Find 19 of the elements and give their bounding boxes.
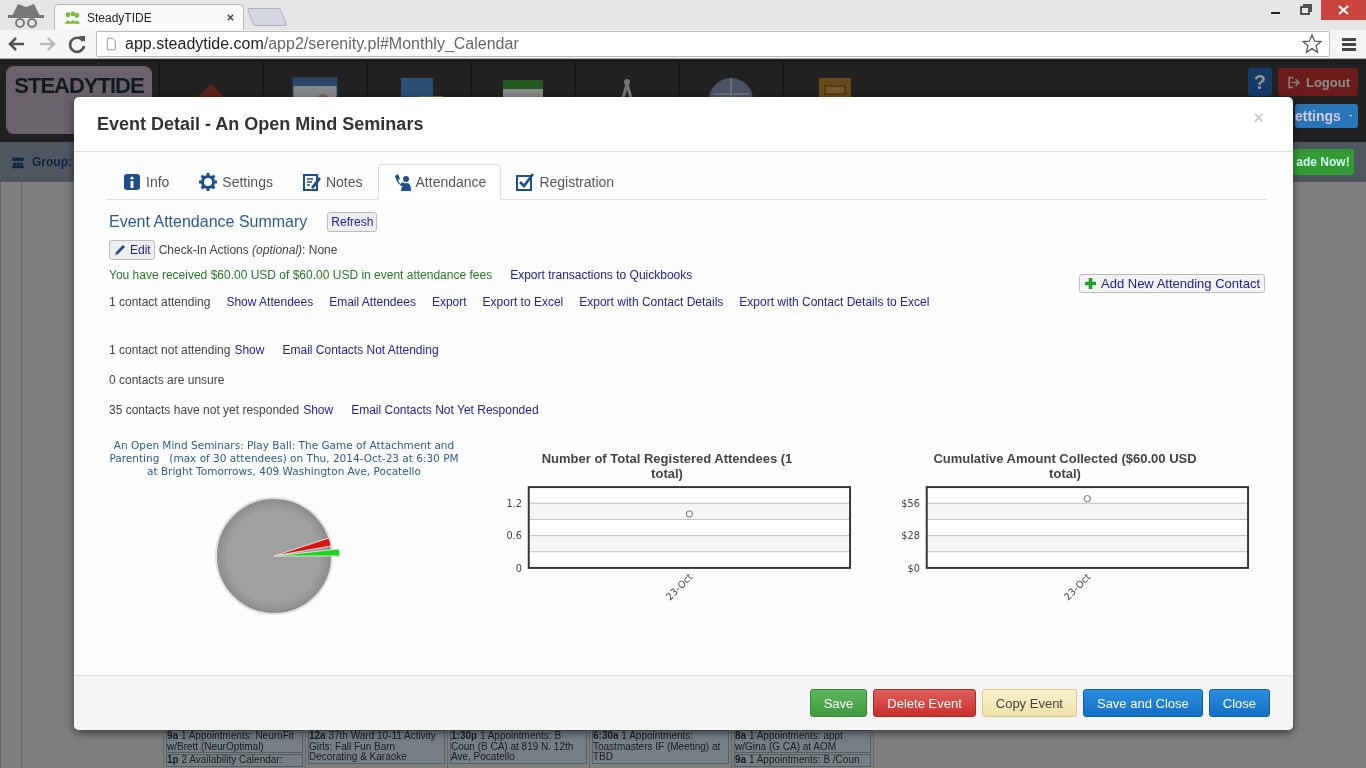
status-text: 35 contacts have not yet responded (109, 403, 300, 417)
axis-label: $28 (901, 530, 920, 542)
attending-count: 1 contact attending (109, 295, 211, 309)
chart-title: Number of Total Registered Attendees (1 total) (540, 451, 794, 481)
fees-message: You have received $60.00 USD of $60.00 USD in event attendance fees (109, 268, 493, 282)
event-caption: An Open Mind Seminars: Play Ball: The Game of Attachment and Parenting (max of 30 attendees) on Thu, 2014-Oct-23 at 6:30 PM at Bright Tomorrows, 409 Washington Ave, Pocatello (108, 439, 460, 478)
status-text: 1 contact not attending (109, 343, 231, 357)
axis-label: 0.6 (506, 530, 522, 542)
dialog-title: Event Detail - An Open Mind Seminars (97, 113, 425, 135)
section-heading: Event Attendance Summary (109, 213, 308, 231)
axis-label: $56 (901, 498, 920, 510)
status-text: 0 contacts are unsure (109, 373, 225, 387)
url-text: app.steadytide.com/app2/serenity.pl#Monthly_Calendar (125, 35, 519, 53)
axis-label: 0 (515, 562, 522, 574)
check-in-actions-text: Check-In Actions (optional): None (158, 243, 338, 257)
group-label: Group: (32, 155, 72, 169)
axis-label: 1.2 (506, 498, 522, 510)
chart-title: Cumulative Amount Collected ($60.00 USD total) (932, 451, 1198, 481)
axis-label: $0 (907, 562, 920, 574)
